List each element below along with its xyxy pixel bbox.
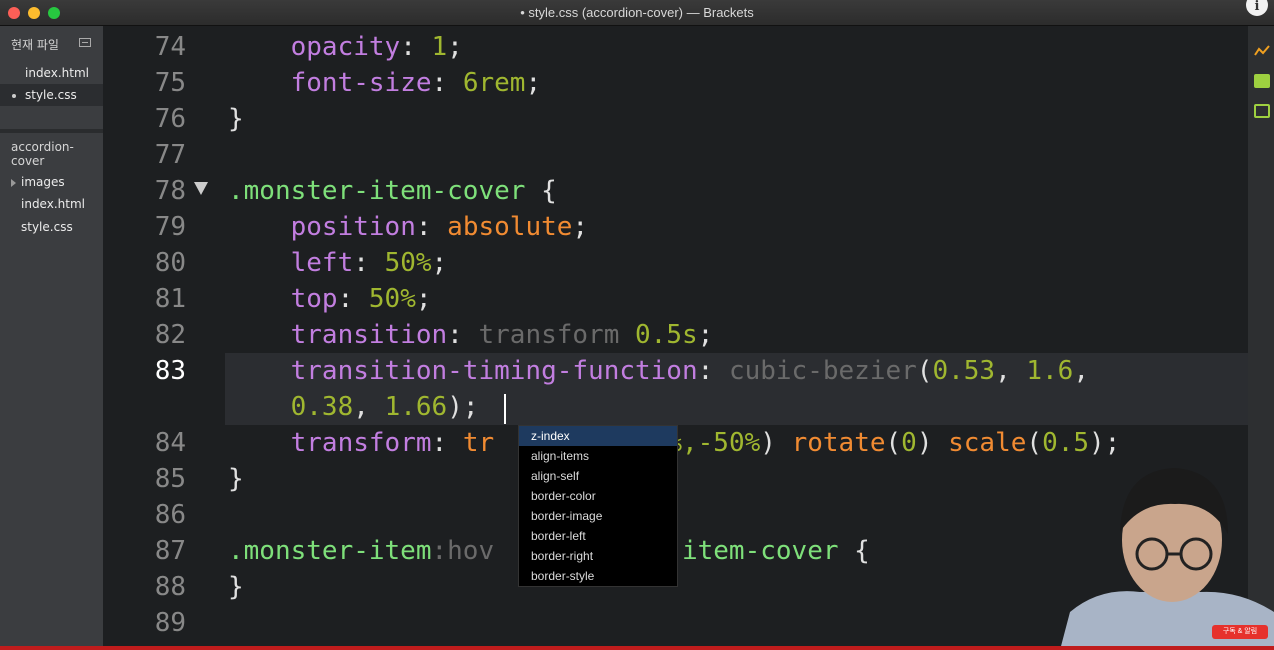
window-title: • style.css (accordion-cover) — Brackets [520,5,754,20]
webcam-presenter-image [1060,468,1274,650]
split-view-icon[interactable] [79,38,91,47]
code-line: } [228,464,244,494]
code-line: font-size: 6rem; [290,68,542,98]
code-line: } [228,104,244,134]
line-number: 87 [154,536,186,566]
sidebar: 현재 파일 index.html style.css accordion-cov… [0,26,103,650]
line-number: 84 [154,428,186,458]
line-number: 77 [154,140,186,170]
line-number: 74 [154,32,186,62]
extension-manager-icon[interactable] [1254,74,1270,88]
subscribe-badge: 구독 & 알림 [1212,625,1268,639]
line-number: 78 [154,176,186,206]
line-number: 89 [154,608,186,638]
gift-icon[interactable] [1254,104,1270,118]
live-preview-icon[interactable] [1254,44,1270,58]
code-line-current: transition-timing-function: cubic-bezier… [290,356,1089,386]
working-file-label: style.css [25,88,77,102]
code-line: top: 50%; [290,284,432,314]
hint-item[interactable]: align-self [519,466,677,486]
folder-collapsed-icon[interactable] [11,179,16,187]
line-number-gutter: 74 75 76 77 78 79 80 81 82 83 84 85 86 8… [103,26,225,650]
working-file-label: index.html [25,66,89,80]
code-line: } [228,572,244,602]
hint-item[interactable]: border-color [519,486,677,506]
line-number: 85 [154,464,186,494]
hint-item[interactable]: align-items [519,446,677,466]
line-number: 79 [154,212,186,242]
project-name[interactable]: accordion-cover [11,140,103,168]
hint-item[interactable]: border-style [519,566,677,586]
tree-file-index[interactable]: index.html [21,197,85,211]
line-number-current: 83 [154,356,186,386]
code-line: transition: transform 0.5s; [290,320,714,350]
tree-folder-images[interactable]: images [21,175,65,189]
sidebar-divider [0,129,103,133]
line-number: 88 [154,572,186,602]
line-number: 75 [154,68,186,98]
video-progress-bar [0,646,1274,650]
line-number: 81 [154,284,186,314]
title-bar: • style.css (accordion-cover) — Brackets… [0,0,1274,26]
fold-toggle-icon[interactable] [194,182,208,195]
code-line-current-wrap: 0.38, 1.66); [290,392,479,422]
code-line: .monster-item-cover { [228,176,557,206]
code-line: left: 50%; [290,248,448,278]
working-file-item[interactable]: index.html [0,62,103,84]
line-number: 76 [154,104,186,134]
text-cursor [504,394,506,424]
line-number: 82 [154,320,186,350]
working-file-item-active[interactable]: style.css [0,84,103,106]
code-hint-list[interactable]: z-index align-items align-self border-co… [518,425,678,587]
code-line: opacity: 1; [290,32,463,62]
hint-item[interactable]: border-left [519,526,677,546]
hint-item[interactable]: border-image [519,506,677,526]
working-files-header: 현재 파일 [11,38,59,52]
tree-file-style[interactable]: style.css [21,220,73,234]
hint-item[interactable]: border-right [519,546,677,566]
unsaved-dot-icon [12,94,16,98]
hint-item-active[interactable]: z-index [519,426,677,446]
line-number: 86 [154,500,186,530]
line-number: 80 [154,248,186,278]
code-line: position: absolute; [290,212,589,242]
